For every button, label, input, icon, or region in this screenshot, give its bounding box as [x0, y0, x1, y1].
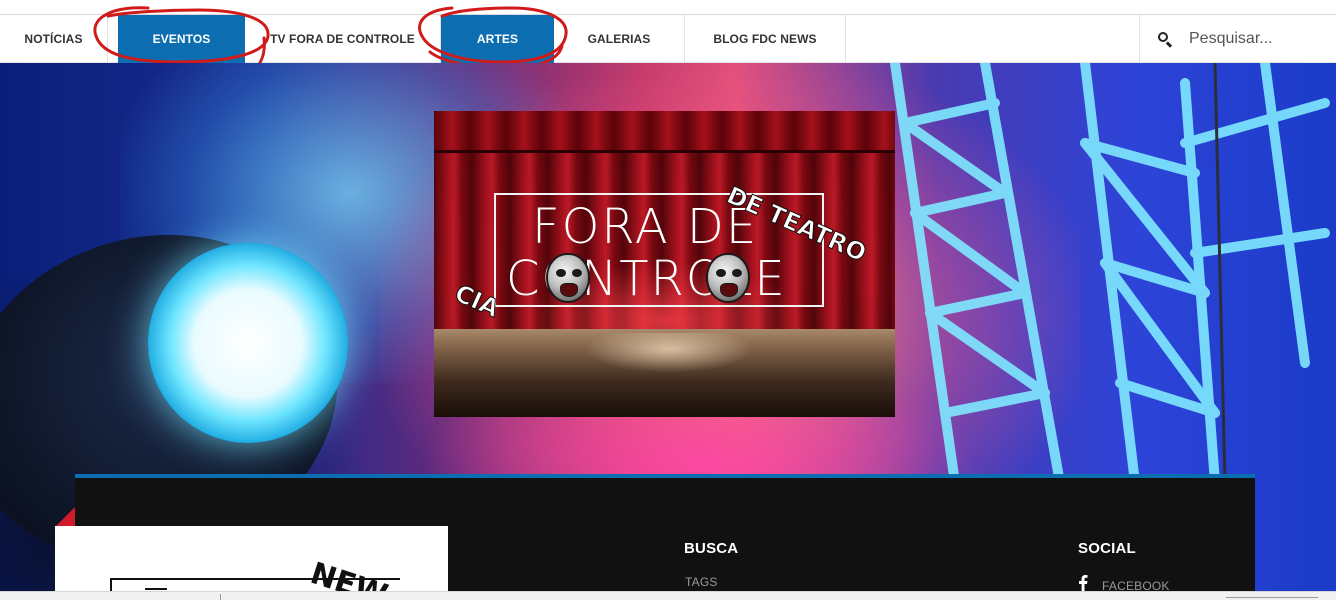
nav-item-blog-fdc-news[interactable]: BLOG FDC NEWS	[685, 15, 846, 63]
footer-logo-card[interactable]: NEW	[55, 526, 448, 600]
nav-item-eventos[interactable]: EVENTOS	[118, 15, 245, 63]
spotlight-lens	[148, 243, 348, 443]
search-icon[interactable]	[1158, 32, 1173, 48]
theater-logo-image[interactable]: FORA DE CONTROLE DE TEATRO CIA	[434, 111, 895, 417]
tags-link[interactable]: TAGS	[685, 575, 718, 589]
main-navigation: NOTÍCIAS EVENTOS TV FORA DE CONTROLE ART…	[0, 14, 1336, 63]
busca-heading: BUSCA	[684, 540, 739, 557]
top-margin	[0, 0, 1336, 14]
nav-item-galerias[interactable]: GALERIAS	[554, 15, 685, 63]
stage-truss	[890, 63, 1330, 483]
nav-item-tv-fora-de-controle[interactable]: TV FORA DE CONTROLE	[245, 15, 441, 63]
nav-item-noticias[interactable]: NOTÍCIAS	[0, 15, 108, 63]
bottom-scroll-strip	[0, 591, 1336, 600]
social-heading: SOCIAL	[1078, 540, 1136, 557]
search-box[interactable]: Pesquisar...	[1139, 15, 1336, 63]
theater-mask-icon	[546, 253, 590, 303]
facebook-icon[interactable]	[1078, 574, 1088, 592]
nav-item-artes[interactable]: ARTES	[441, 15, 554, 63]
red-corner-accent	[55, 507, 75, 527]
search-input[interactable]: Pesquisar...	[1189, 30, 1273, 48]
theater-mask-icon	[706, 253, 750, 303]
